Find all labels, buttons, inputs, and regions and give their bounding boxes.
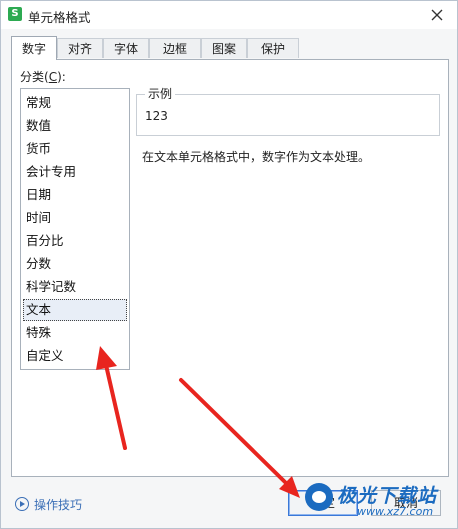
annotation-arrows	[96, 346, 300, 498]
tab-number[interactable]: 数字	[11, 36, 57, 60]
arrow-to-ok-button	[179, 378, 300, 498]
arrow-to-text-item	[96, 346, 127, 450]
